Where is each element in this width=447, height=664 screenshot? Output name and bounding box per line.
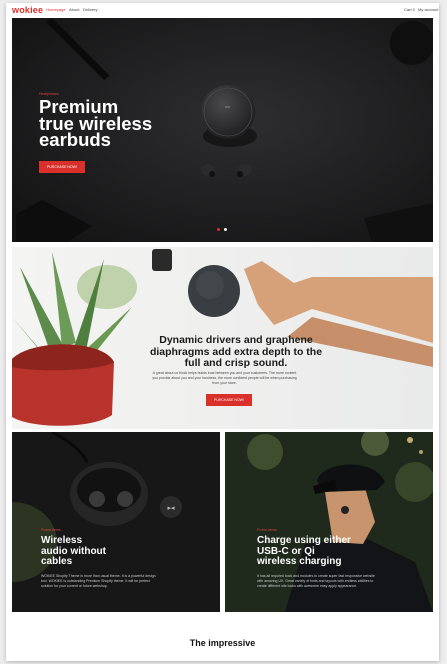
feature-text: A great about us block helps builds trus… [142,371,307,386]
nav-homepage[interactable]: Homepage [46,7,66,12]
feature-title-line: Dynamic drivers and graphene [159,334,313,346]
card-title-line: wireless charging [257,556,342,567]
card-title: Wireless audio without cables [41,535,106,568]
promo-card-charging[interactable]: Promo items Charge using either USB-C or… [225,432,433,612]
slider-dot[interactable] [224,228,227,231]
card-kicker: Promo items [41,528,61,532]
card-title-line: cables [41,556,73,567]
feature-purchase-button[interactable]: PURCHASE NOW! [206,394,252,406]
card-title: Charge using either USB-C or Qi wireless… [257,535,351,568]
slider-dot[interactable] [217,228,220,231]
hero-title-line: earbuds [39,129,111,150]
feature-banner: Dynamic drivers and graphene diaphragms … [12,247,433,429]
svg-text:▸◂: ▸◂ [167,505,175,512]
card-kicker: Promo items [257,528,277,532]
feature-title-line: full and crisp sound. [184,357,288,369]
card-text-line: solution for your current or future webs… [41,584,108,588]
card-text: WOKIEE Shopify Theme is more than usual … [41,574,211,589]
nav-about[interactable]: About [69,7,79,12]
account-link[interactable]: My account [418,7,438,12]
cart-link[interactable]: Cart 0 [404,7,415,12]
hero-purchase-button[interactable]: PURCHASE NOW! [39,161,85,173]
card-title-line: Wireless [41,535,83,546]
card-text-line: create different site looks with awesome… [257,584,358,588]
feature-text-line: from your store. [212,381,237,385]
site-header: wokiee Homepage About Delivery Cart 0 My… [6,3,439,17]
logo[interactable]: wokiee [12,5,43,15]
nav-delivery[interactable]: Delivery [83,7,97,12]
feature-title: Dynamic drivers and graphene diaphragms … [144,334,328,370]
promo-card-wireless[interactable]: ▸◂ Promo items Wireless audio without ca… [12,432,220,612]
hero-title: Premium true wireless earbuds [39,98,152,150]
page: wokiee Homepage About Delivery Cart 0 My… [6,3,439,661]
card-text: It has all required tools and modules to… [257,574,427,589]
card-title-line: Charge using either [257,535,351,546]
section-title: The impressive [189,638,256,648]
hero-slider: Headphones Premium true wireless earbuds… [12,18,433,242]
